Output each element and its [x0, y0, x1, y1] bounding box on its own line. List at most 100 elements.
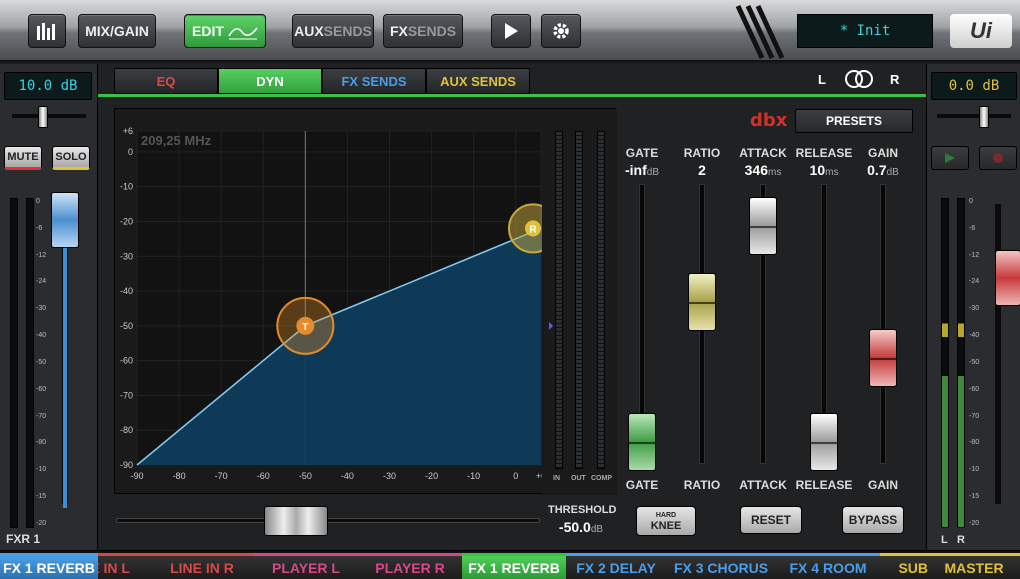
reset-button[interactable]: RESET: [740, 506, 802, 534]
stereo-l-label: L: [818, 72, 826, 87]
aux-sends-button[interactable]: AUX SENDS: [292, 14, 374, 48]
scale-label: -20: [969, 519, 980, 527]
channel-tab[interactable]: LINE IN L: [98, 553, 150, 579]
x-tick-label: -50: [299, 471, 312, 481]
x-tick-label: 0: [513, 471, 518, 481]
master-meter-r-label: R: [957, 534, 965, 546]
fx-label-b: SENDS: [407, 23, 457, 39]
threshold-slider-track: [116, 518, 540, 523]
channel-tab[interactable]: SUB: [880, 553, 928, 579]
edit-button[interactable]: EDIT: [184, 14, 266, 48]
channel-tab[interactable]: FX 2 DELAY: [566, 553, 666, 579]
presets-button[interactable]: PRESETS: [795, 109, 913, 133]
param-fader-handle[interactable]: [869, 328, 897, 387]
fx-label-a: FX: [389, 23, 408, 39]
y-tick-label: -90: [120, 460, 133, 470]
left-gain-slider-handle[interactable]: [38, 106, 48, 128]
record-icon: [993, 153, 1003, 163]
stereo-link-icon[interactable]: [842, 68, 876, 90]
channel-bar: FX 1 REVERBLINE IN LLINE IN RPLAYER LPLA…: [0, 550, 1020, 579]
master-fader-handle[interactable]: [995, 250, 1020, 306]
channel-tab[interactable]: FX 1 REVERB: [462, 553, 566, 579]
x-tick-label: -70: [215, 471, 228, 481]
param-unit: ms: [768, 167, 782, 178]
param-number: 10: [809, 162, 826, 178]
scale-label: -24: [36, 278, 47, 286]
param-bottom-label: GATE: [625, 478, 659, 492]
play-button[interactable]: [491, 14, 531, 48]
hard-knee-button[interactable]: HARD KNEE: [636, 506, 696, 536]
master-record-button[interactable]: [979, 146, 1017, 170]
scale-label: -30: [969, 305, 980, 313]
x-tick-label: -30: [383, 471, 396, 481]
transfer-curve-svg: +6 0 -10 -20 -30 -40 -50 -60 -70 -80 -90-90 -80 -70 -…: [120, 109, 617, 495]
mute-button[interactable]: MUTE: [4, 146, 42, 170]
param-fader-handle[interactable]: [810, 412, 838, 471]
param-fader-handle[interactable]: [628, 412, 656, 471]
edit-label: EDIT: [192, 23, 224, 39]
y-tick-label: -70: [120, 390, 133, 400]
tab-aux-sends[interactable]: AUX SENDS: [426, 68, 530, 94]
compressor-graph[interactable]: +6 0 -10 -20 -30 -40 -50 -60 -70 -80 -90 -90 -80 -70 -…: [114, 108, 617, 495]
channel-tab[interactable]: MASTER: [928, 553, 1020, 579]
scale-label: -12: [969, 251, 980, 259]
param-fader-handle[interactable]: [688, 272, 716, 331]
fx-sends-button[interactable]: FX SENDS: [383, 14, 463, 48]
solo-button[interactable]: SOLO: [52, 146, 90, 170]
bypass-button[interactable]: BYPASS: [842, 506, 904, 534]
scale-label: -10: [36, 466, 47, 474]
comp-meter: [597, 131, 605, 469]
play-icon: [505, 23, 518, 39]
param-number: 0.7: [867, 162, 887, 178]
scale-label: -80: [36, 439, 47, 447]
channel-tab[interactable]: PLAYER R: [358, 553, 462, 579]
scale-label: -6: [36, 224, 43, 232]
tab-eq[interactable]: EQ: [114, 68, 218, 94]
left-fader-scale: 0 -6 -12 -24 -30 -40 -50 -60 -70 -80 -10…: [36, 198, 46, 528]
scale-label: -60: [969, 385, 980, 393]
left-fader-handle[interactable]: [51, 192, 79, 248]
x-tick-label: -80: [173, 471, 186, 481]
tab-fx-sends[interactable]: FX SENDS: [322, 68, 426, 94]
eq-curve-icon: [228, 27, 258, 40]
ui-logo[interactable]: Ui: [950, 14, 1012, 48]
tab-dyn[interactable]: DYN: [218, 68, 322, 94]
mixer-view-button[interactable]: [28, 14, 66, 48]
channel-tab[interactable]: FX 1 REVERB: [0, 553, 98, 579]
scale-label: -12: [36, 251, 47, 259]
scale-label: -20: [36, 519, 47, 527]
param-label: RELEASE: [795, 146, 853, 160]
left-meter-l: [10, 198, 18, 528]
scale-label: -24: [969, 278, 980, 286]
master-meter-l-label: L: [941, 534, 948, 546]
left-channel-strip: 10.0 dB MUTE SOLO 0 -6 -12 -24 -30 -40 -…: [0, 64, 98, 550]
param-bottom-label: ATTACK: [739, 478, 787, 492]
master-play-button[interactable]: [931, 146, 969, 170]
tab-dyn-label: DYN: [256, 73, 284, 89]
preset-display[interactable]: * Init: [797, 14, 933, 48]
aux-label-b: SENDS: [323, 23, 372, 39]
mix-gain-button[interactable]: MIX/GAIN: [78, 14, 156, 48]
left-gain-display[interactable]: 10.0 dB: [4, 72, 92, 100]
y-tick-label: -40: [120, 286, 133, 296]
x-tick-label: -60: [257, 471, 270, 481]
channel-tab[interactable]: FX 4 ROOM: [776, 553, 880, 579]
right-gain-display[interactable]: 0.0 dB: [931, 72, 1017, 100]
threshold-number: -50.0: [558, 519, 591, 535]
threshold-slider-handle[interactable]: [264, 506, 328, 536]
out-meter-label: OUT: [571, 475, 586, 482]
param-bottom-label: GAIN: [868, 478, 898, 492]
channel-tab[interactable]: PLAYER L: [254, 553, 358, 579]
channel-tab[interactable]: LINE IN R: [150, 553, 254, 579]
right-gain-slider-handle[interactable]: [979, 106, 989, 128]
param-fader-handle[interactable]: [749, 197, 777, 255]
frequency-readout: 209,25 MHz: [141, 133, 212, 148]
y-tick-label: 0: [128, 147, 133, 157]
settings-button[interactable]: [541, 14, 581, 48]
param-bottom-label: RATIO: [683, 478, 721, 492]
comp-meter-label: COMP: [591, 475, 612, 482]
channel-tab[interactable]: FX 3 CHORUS: [666, 553, 776, 579]
gear-icon: [553, 23, 569, 39]
left-meter-r: [26, 198, 34, 528]
tab-aux-sends-label: AUX SENDS: [440, 73, 516, 89]
